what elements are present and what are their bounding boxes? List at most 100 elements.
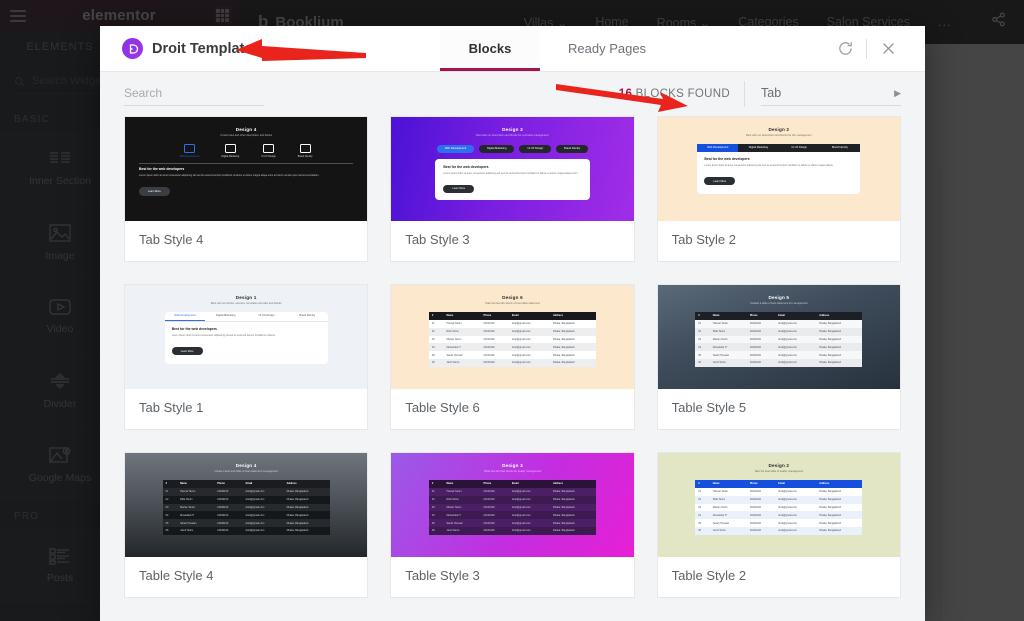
block-card[interactable]: Design 4 Crowd rules and other descripti… [124,116,369,262]
block-card[interactable]: Design 3 Table with the best blocks for … [390,452,635,598]
block-thumbnail[interactable]: Design 4 Create a best and table of best… [125,453,368,557]
thumb-button: Learn More [171,347,203,356]
screen: b Booklium Villas ⌄ Home Rooms ⌄ Categor… [0,0,1024,621]
block-title: Table Style 3 [405,568,480,583]
thumb-table: # Name Phone Email Address 01 Hasnat Tanim 016… [695,311,863,367]
block-thumbnail[interactable]: Design 3 Table with the best blocks for … [391,453,634,557]
tab-blocks[interactable]: Blocks [440,26,540,71]
thumb-heading: Best for the web developers [171,327,217,332]
filter-dropdown-tab[interactable]: Tab ▶ [761,86,901,106]
thumb-table: # Name Phone Email Address 01 Hasnat Tanim 016… [428,479,597,535]
thumb-tab-item: Web Development [180,143,199,158]
thumb-panel: Web Development Digital Marketing UI UX De… [164,311,328,364]
modal-tabs: Blocks Ready Pages [440,26,674,71]
block-thumbnail[interactable]: Design 5 Created a table of best stateme… [657,285,900,389]
thumb-tabs: Web Development Digital Marketing UI UX De… [697,143,861,153]
block-card[interactable]: Design 5 Created a table of best stateme… [656,284,901,430]
thumb-table: # Name Phone Email Address 01 Hasnat Tanim 016… [162,479,330,535]
thumb-body: Lorem ipsum dolor sit amet consectetur a… [443,171,579,175]
thumb-tab-item: Brand Identity [299,314,316,318]
block-title: Table Style 4 [139,568,214,583]
thumb-button: Learn More [704,177,736,186]
toolbar-right: 16 BLOCKS FOUND Tab ▶ [619,81,901,107]
block-title: Tab Style 3 [405,232,470,247]
thumb-design-title: Design 3 [502,463,523,468]
block-thumbnail[interactable]: Design 4 Crowd rules and other descripti… [125,117,368,221]
block-title: Tab Style 4 [139,232,204,247]
thumb-tab-item: Digital Marketing [748,146,769,150]
thumb-panel: Web Development Digital Marketing UI UX De… [697,143,861,194]
search-field[interactable] [124,86,279,100]
thumb-subtitle: Best with our description and blocks for… [476,134,549,137]
thumb-design-title: Design 6 [502,295,523,300]
block-title: Tab Style 2 [671,232,736,247]
thumb-tab-item: Brand Identity [831,146,848,150]
block-card[interactable]: Design 3 Best with our description and b… [390,116,635,262]
thumb-tab-item: UI UX Design [791,146,808,150]
block-card[interactable]: Design 2 Best with our description and b… [656,116,901,262]
block-thumbnail[interactable]: Design 1 Best with our blocks, services,… [125,285,368,389]
thumb-design-title: Design 2 [768,463,790,468]
thumb-subtitle: Take the best table of quality managemen… [754,470,804,473]
block-title: Table Style 2 [671,568,747,583]
thumb-subtitle: Best with our description and blocks for… [746,134,812,137]
blocks-grid: Design 4 Crowd rules and other descripti… [124,116,901,598]
close-icon[interactable] [867,26,909,72]
thumb-subtitle: Take the best all column of best table s… [485,302,540,305]
thumb-tab-item: Brand Identity [298,143,313,158]
modal-header-actions [824,26,925,71]
thumb-body: Lorem ipsum dolor sit amet consectetur a… [704,164,834,168]
refresh-icon[interactable] [824,26,866,72]
thumb-subtitle: Best with our blocks, services, template… [210,302,282,305]
modal-brand: Droit Templates [100,26,440,71]
blocks-grid-scroll[interactable]: Design 4 Crowd rules and other descripti… [100,116,925,621]
block-card[interactable]: Design 6 Take the best all column of bes… [390,284,635,430]
block-thumbnail[interactable]: Design 2 Best with our description and b… [657,117,900,221]
modal-brand-label: Droit Templates [152,40,261,57]
thumb-heading: Best for the web developers [704,157,750,162]
thumb-tab-item: Web Development [697,143,739,153]
toolbar-divider [744,81,745,107]
modal-header: Droit Templates Blocks Ready Pages [100,26,925,72]
thumb-body: Lorem ipsum dolor sit amet consectetur a… [171,334,276,338]
thumb-tab-item: UI UX Design [258,314,275,318]
thumb-tab-item: UI UX Design [519,144,552,153]
thumb-design-title: Design 4 [235,127,257,132]
thumb-tab-item: Web Development [164,312,206,322]
modal-toolbar: 16 BLOCKS FOUND Tab ▶ [100,72,925,116]
block-thumbnail[interactable]: Design 6 Take the best all column of bes… [391,285,634,389]
results-count-label: BLOCKS FOUND [635,88,730,100]
thumb-tab-item: Web Development [436,144,475,153]
block-title: Tab Style 1 [139,400,204,415]
block-title: Table Style 5 [671,400,747,415]
block-card[interactable]: Design 1 Best with our blocks, services,… [124,284,369,430]
block-thumbnail[interactable]: Design 3 Best with our description and b… [391,117,634,221]
thumb-heading: Best for the web developers [443,164,489,169]
block-card[interactable]: Design 2 Take the best table of quality … [656,452,901,598]
thumb-tab-item: UI UX Design [261,143,276,158]
thumb-design-title: Design 3 [502,127,523,132]
results-count: 16 BLOCKS FOUND [619,88,744,100]
thumb-button: Learn More [443,184,475,193]
caret-right-icon: ▶ [894,87,901,98]
thumb-tab-item: Digital Marketing [479,144,515,153]
thumb-panel: Best for the web developers Lorem ipsum … [435,158,590,201]
droit-logo-icon [122,38,143,59]
thumb-tab-item: Brand Identity [556,144,589,153]
thumb-table: # Name Phone Email Address 01 Hasnat Tanim 016… [428,311,597,367]
filter-label: Tab [761,86,782,100]
thumb-button: Learn More [139,187,170,196]
block-card[interactable]: Design 4 Create a best and table of best… [124,452,369,598]
thumb-subtitle: Table with the best blocks for quality m… [483,470,542,473]
thumb-tab-item: Digital Marketing [221,143,239,158]
block-thumbnail[interactable]: Design 2 Take the best table of quality … [657,453,900,557]
thumb-design-title: Design 4 [235,463,257,468]
thumb-table: # Name Phone Email Address 01 Hasnat Tanim 016… [695,479,863,535]
thumb-design-title: Design 2 [768,127,790,132]
block-title: Table Style 6 [405,400,480,415]
thumb-subtitle: Create a best and table of best statemen… [214,470,278,473]
search-input[interactable] [124,86,279,106]
thumb-heading: Best for the web developers [139,167,185,172]
thumb-tabs: Web Development Digital Marketing UI UX … [139,143,353,158]
tab-ready-pages[interactable]: Ready Pages [540,26,674,71]
